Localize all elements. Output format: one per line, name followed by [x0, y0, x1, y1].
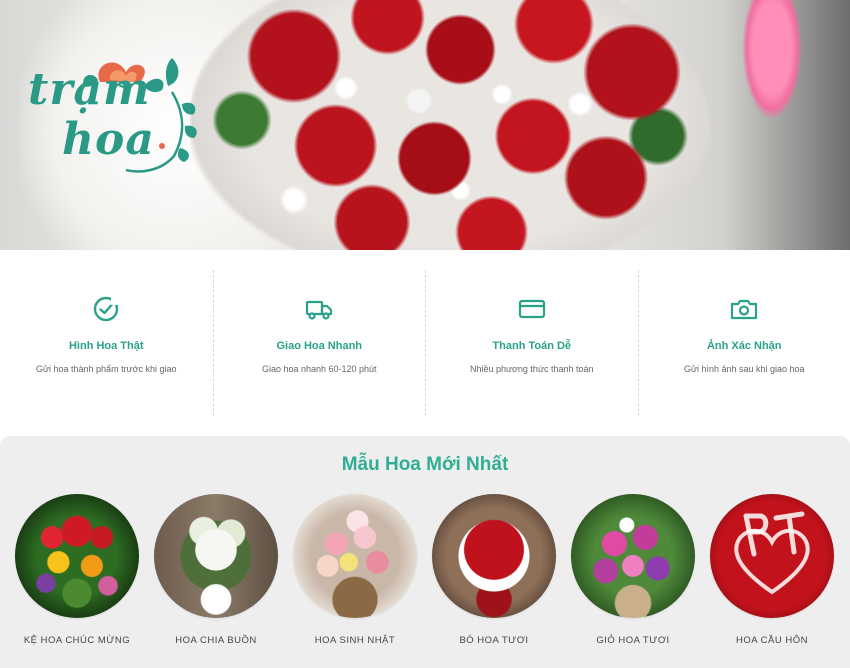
product-category-bouquet[interactable]: BÓ HOA TƯƠI	[429, 494, 559, 646]
latest-products-section: Mẫu Hoa Mới Nhất KỆ HOA CHÚC MỪNG HOA CH…	[0, 436, 850, 668]
product-label[interactable]: BÓ HOA TƯƠI	[419, 635, 569, 646]
product-category-condolence[interactable]: HOA CHIA BUỒN	[151, 494, 281, 646]
product-image[interactable]	[154, 494, 278, 618]
product-image[interactable]	[571, 494, 695, 618]
hero-banner: trạm hoa	[0, 0, 850, 250]
product-category-birthday[interactable]: HOA SINH NHẬT	[290, 494, 420, 646]
feature-title: Ảnh Xác Nhận	[706, 340, 782, 352]
product-category-basket[interactable]: GIỎ HOA TƯƠI	[568, 494, 698, 646]
product-label[interactable]: HOA CHIA BUỒN	[141, 635, 291, 646]
camera-icon	[729, 294, 759, 324]
product-label[interactable]: HOA SINH NHẬT	[280, 635, 430, 646]
hero-rose-bouquet-image	[190, 0, 710, 250]
feature-real-photo: Hình Hoa Thật Gửi hoa thành phẩm trước k…	[0, 270, 213, 416]
product-category-proposal[interactable]: HOA CẦU HÔN	[707, 494, 837, 646]
check-circle-icon	[91, 294, 121, 324]
product-label[interactable]: KỆ HOA CHÚC MỪNG	[2, 635, 152, 646]
feature-description: Gửi hình ảnh sau khi giao hoa	[683, 364, 805, 374]
product-category-congratulation-stand[interactable]: KỆ HOA CHÚC MỪNG	[12, 494, 142, 646]
feature-title: Thanh Toán Dễ	[492, 340, 572, 352]
logo-text-hoa: hoa	[62, 114, 155, 165]
product-category-list: KỆ HOA CHÚC MỪNG HOA CHIA BUỒN HOA SINH …	[0, 494, 850, 664]
feature-fast-delivery: Giao Hoa Nhanh Giao hoa nhanh 60-120 phú…	[212, 270, 426, 416]
brand-logo[interactable]: trạm hoa	[22, 52, 202, 182]
hero-background-decoration	[742, 0, 802, 120]
feature-description: Nhiều phương thức thanh toán	[469, 364, 594, 374]
product-image[interactable]	[710, 494, 834, 618]
feature-description: Giao hoa nhanh 60-120 phút	[261, 364, 377, 374]
feature-easy-payment: Thanh Toán Dễ Nhiều phương thức thanh to…	[425, 270, 638, 416]
product-image[interactable]	[293, 494, 417, 618]
truck-icon	[304, 294, 334, 324]
product-image[interactable]	[15, 494, 139, 618]
feature-photo-confirmation: Ảnh Xác Nhận Gửi hình ảnh sau khi giao h…	[637, 270, 850, 416]
features-row: Hình Hoa Thật Gửi hoa thành phẩm trước k…	[0, 270, 850, 416]
heart-decoration-icon	[734, 511, 810, 595]
feature-title: Giao Hoa Nhanh	[276, 340, 363, 352]
feature-description: Gửi hoa thành phẩm trước khi giao	[35, 364, 177, 374]
product-image[interactable]	[432, 494, 556, 618]
feature-title: Hình Hoa Thật	[68, 340, 144, 352]
product-label[interactable]: GIỎ HOA TƯƠI	[558, 635, 708, 646]
product-label[interactable]: HOA CẦU HÔN	[697, 635, 847, 646]
section-title: Mẫu Hoa Mới Nhất	[341, 454, 509, 475]
credit-card-icon	[517, 294, 547, 324]
logo-text-tram: trạm	[28, 64, 151, 115]
